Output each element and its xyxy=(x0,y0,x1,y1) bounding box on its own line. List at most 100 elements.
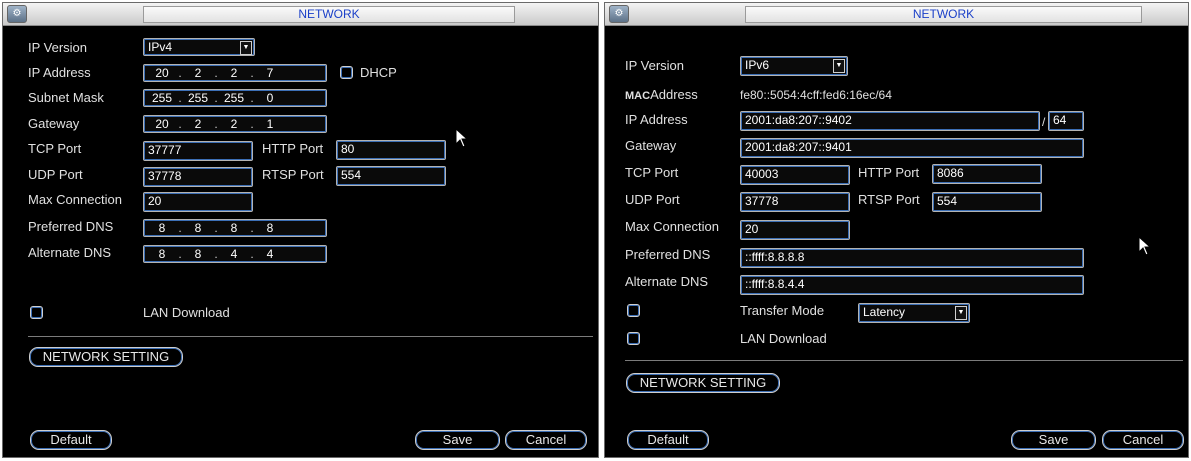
mask-octet-4[interactable]: 0 xyxy=(256,90,284,106)
alternate-dns-field[interactable]: 8.8.4.4 xyxy=(143,245,327,263)
max-connection-field[interactable]: 20 xyxy=(143,192,253,212)
gateway-label: Gateway xyxy=(28,116,80,131)
transfer-mode-select[interactable]: Latency ▼ xyxy=(858,303,970,323)
dropdown-arrow-icon[interactable]: ▼ xyxy=(833,59,845,73)
mask-octet-2[interactable]: 255 xyxy=(184,90,212,106)
rtsp-port-field[interactable]: 554 xyxy=(336,166,446,186)
http-port-field[interactable]: 8086 xyxy=(932,164,1042,184)
dropdown-arrow-icon[interactable]: ▼ xyxy=(240,41,252,55)
ip-version-value: IPv4 xyxy=(148,40,173,54)
mac-address-value: fe80::5054:4cff:fed6:16ec/64 xyxy=(740,88,892,102)
title-bar: ⚙ NETWORK xyxy=(605,3,1188,26)
max-connection-label: Max Connection xyxy=(625,219,719,234)
subnet-mask-field[interactable]: 255. 255. 255. 0 xyxy=(143,89,327,107)
transfer-mode-label: Transfer Mode xyxy=(740,303,825,318)
window-title: NETWORK xyxy=(745,6,1142,23)
rtsp-port-field[interactable]: 554 xyxy=(932,192,1042,212)
cancel-button[interactable]: Cancel xyxy=(1102,430,1184,450)
mask-octet-3[interactable]: 255 xyxy=(220,90,248,106)
network-app-icon: ⚙ xyxy=(609,5,629,23)
udp-port-label: UDP Port xyxy=(625,192,680,207)
tcp-port-label: TCP Port xyxy=(625,165,679,180)
pdns-octet-4[interactable]: 8 xyxy=(256,220,284,236)
adns-octet-4[interactable]: 4 xyxy=(256,246,284,262)
dropdown-arrow-icon[interactable]: ▼ xyxy=(955,306,967,320)
gateway-field[interactable]: 20. 2. 2. 1 xyxy=(143,115,327,133)
tcp-port-field[interactable]: 40003 xyxy=(740,165,850,185)
dhcp-checkbox[interactable] xyxy=(340,66,353,79)
ip-version-value: IPv6 xyxy=(745,58,770,72)
pdns-octet-2[interactable]: 8 xyxy=(184,220,212,236)
ipv6-gateway-field[interactable]: 2001:da8:207::9401 xyxy=(740,138,1084,158)
mask-octet-1[interactable]: 255 xyxy=(148,90,176,106)
dhcp-label: DHCP xyxy=(360,65,397,80)
http-port-label: HTTP Port xyxy=(262,141,324,156)
alternate-dns-label: Alternate DNS xyxy=(28,245,112,260)
max-connection-field[interactable]: 20 xyxy=(740,220,850,240)
ipv6-address-field[interactable]: 2001:da8:207::9402 xyxy=(740,111,1040,131)
transfer-mode-checkbox[interactable] xyxy=(627,304,640,317)
lan-download-checkbox[interactable] xyxy=(627,332,640,345)
cancel-button[interactable]: Cancel xyxy=(505,430,587,450)
ip-octet-4[interactable]: 7 xyxy=(256,65,284,81)
gw-octet-2[interactable]: 2 xyxy=(184,116,212,132)
mac-address-label: MACAddress xyxy=(625,87,698,104)
gw-octet-4[interactable]: 1 xyxy=(256,116,284,132)
udp-port-field[interactable]: 37778 xyxy=(740,192,850,212)
ip-octet-1[interactable]: 20 xyxy=(148,65,176,81)
save-button[interactable]: Save xyxy=(415,430,500,450)
subnet-mask-label: Subnet Mask xyxy=(28,90,104,105)
divider xyxy=(625,360,1183,361)
prefix-separator: / xyxy=(1042,115,1046,129)
ip-octet-3[interactable]: 2 xyxy=(220,65,248,81)
window-title: NETWORK xyxy=(143,6,515,23)
ip-address-label: IP Address xyxy=(28,65,91,80)
rtsp-port-label: RTSP Port xyxy=(262,167,324,182)
ip-version-label: IP Version xyxy=(625,58,685,73)
ip-version-select[interactable]: IPv4 ▼ xyxy=(143,38,255,56)
adns-octet-3[interactable]: 4 xyxy=(220,246,248,262)
preferred-dns-field[interactable]: ::ffff:8.8.8.8 xyxy=(740,248,1084,268)
divider xyxy=(28,336,593,337)
network-panel-ipv4: ⚙ NETWORK IP Version IPv4 ▼ IP Address 2… xyxy=(2,2,599,458)
udp-port-field[interactable]: 37778 xyxy=(143,167,253,187)
ip-version-select[interactable]: IPv6 ▼ xyxy=(740,56,848,76)
gw-octet-1[interactable]: 20 xyxy=(148,116,176,132)
lan-download-checkbox[interactable] xyxy=(30,306,43,319)
http-port-field[interactable]: 80 xyxy=(336,140,446,160)
gateway-label: Gateway xyxy=(625,138,677,153)
gw-octet-3[interactable]: 2 xyxy=(220,116,248,132)
network-panel-ipv6: ⚙ NETWORK IP Version IPv6 ▼ MACAddress f… xyxy=(604,2,1189,458)
lan-download-label: LAN Download xyxy=(740,331,827,346)
tcp-port-field[interactable]: 37777 xyxy=(143,141,253,161)
prefix-length-field[interactable]: 64 xyxy=(1048,111,1084,131)
ip-octet-2[interactable]: 2 xyxy=(184,65,212,81)
network-setting-button[interactable]: NETWORK SETTING xyxy=(29,347,183,367)
preferred-dns-label: Preferred DNS xyxy=(28,219,114,234)
title-bar: ⚙ NETWORK xyxy=(3,3,598,26)
network-setting-button[interactable]: NETWORK SETTING xyxy=(626,373,780,393)
tcp-port-label: TCP Port xyxy=(28,141,82,156)
ip-address-field[interactable]: 20. 2. 2. 7 xyxy=(143,64,327,82)
pdns-octet-3[interactable]: 8 xyxy=(220,220,248,236)
rtsp-port-label: RTSP Port xyxy=(858,192,920,207)
save-button[interactable]: Save xyxy=(1011,430,1096,450)
transfer-mode-value: Latency xyxy=(863,305,906,319)
http-port-label: HTTP Port xyxy=(858,165,920,180)
lan-download-label: LAN Download xyxy=(143,305,230,320)
alternate-dns-field[interactable]: ::ffff:8.8.4.4 xyxy=(740,275,1084,295)
preferred-dns-field[interactable]: 8.8.8.8 xyxy=(143,219,327,237)
alternate-dns-label: Alternate DNS xyxy=(625,274,709,289)
udp-port-label: UDP Port xyxy=(28,167,83,182)
mac-prefix: MAC xyxy=(625,90,651,102)
max-connection-label: Max Connection xyxy=(28,192,122,207)
default-button[interactable]: Default xyxy=(627,430,709,450)
mac-suffix: Address xyxy=(650,87,698,102)
ip-address-label: IP Address xyxy=(625,112,688,127)
adns-octet-2[interactable]: 8 xyxy=(184,246,212,262)
network-app-icon: ⚙ xyxy=(7,5,27,23)
pdns-octet-1[interactable]: 8 xyxy=(148,220,176,236)
preferred-dns-label: Preferred DNS xyxy=(625,247,711,262)
adns-octet-1[interactable]: 8 xyxy=(148,246,176,262)
default-button[interactable]: Default xyxy=(30,430,112,450)
